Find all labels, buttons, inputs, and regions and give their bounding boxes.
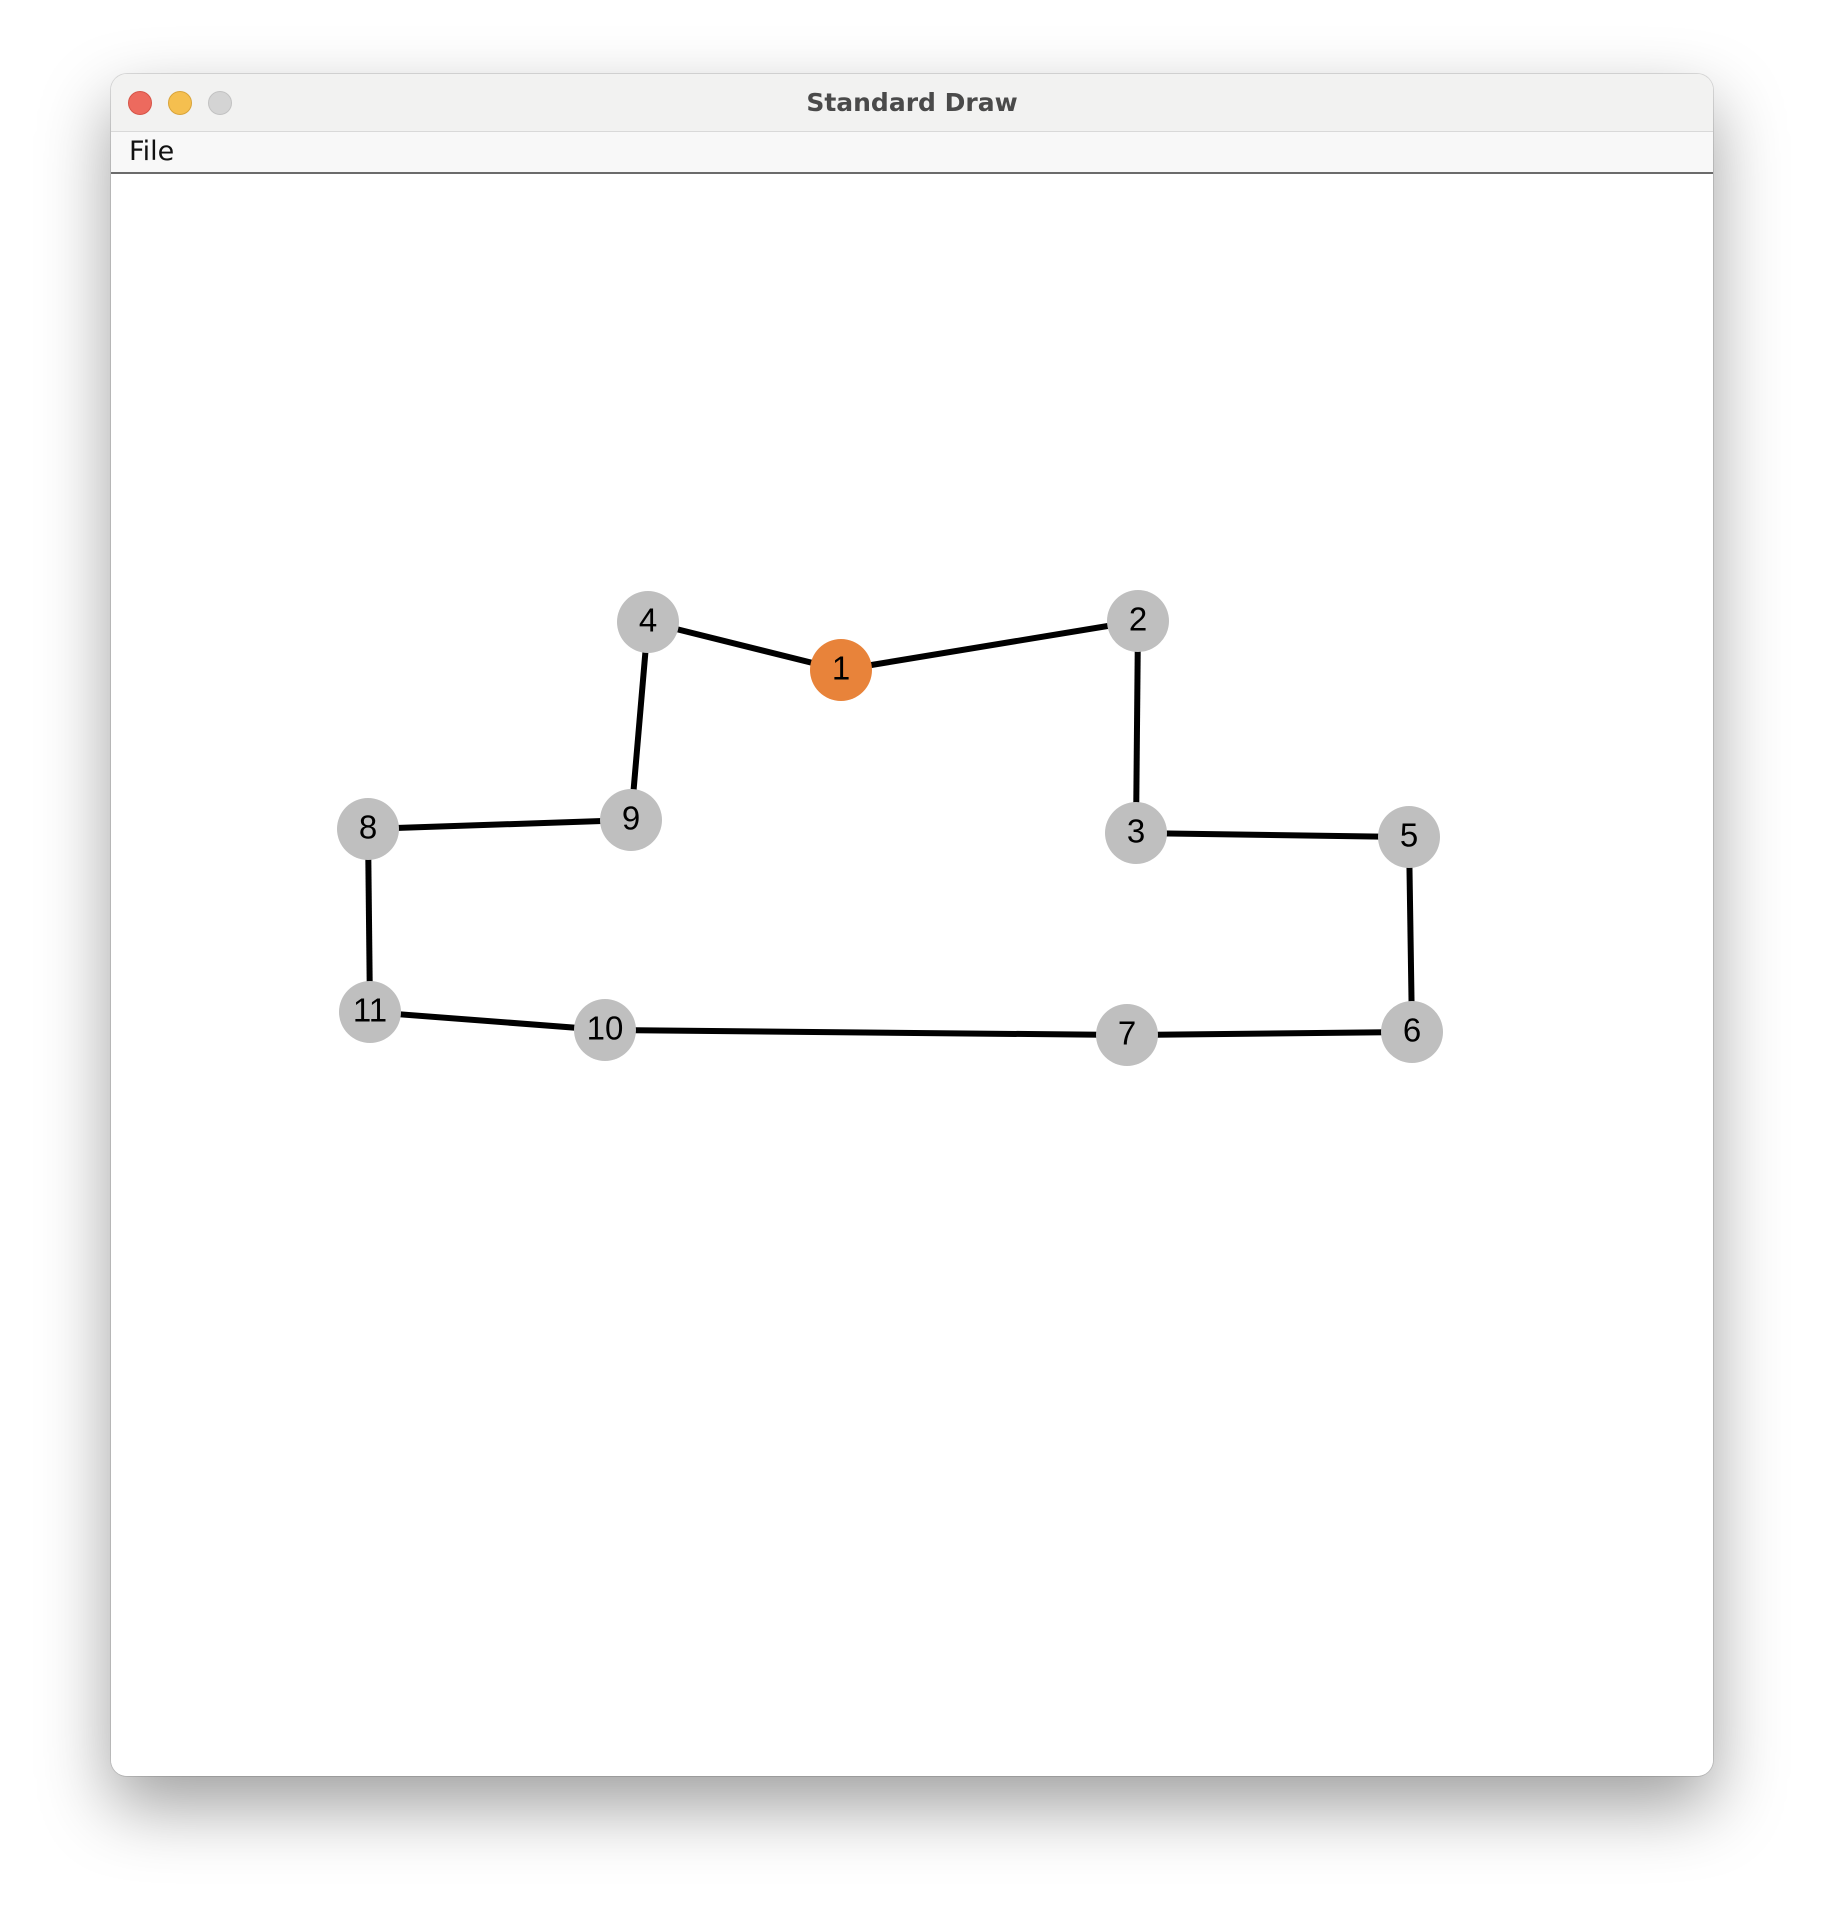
graph-node-2: 2 (1107, 590, 1169, 652)
graph-node-4: 4 (617, 591, 679, 653)
app-window: Standard Draw File 1 2 3 4 5 6 7 8 9 10 11 (111, 74, 1713, 1776)
graph-node-label-9: 9 (622, 800, 640, 837)
window-title: Standard Draw (806, 88, 1018, 117)
graph-edge-7-10 (604, 1027, 1128, 1038)
graph-node-label-5: 5 (1400, 817, 1418, 854)
graph-node-8: 8 (337, 798, 399, 860)
graph-node-11: 11 (339, 981, 401, 1043)
graph-node-label-4: 4 (639, 602, 657, 639)
graph-node-label-8: 8 (359, 809, 377, 846)
graph-node-9: 9 (600, 789, 662, 851)
title-bar[interactable]: Standard Draw (111, 74, 1713, 132)
graph-edge-8-9 (367, 817, 632, 832)
graph-edge-6-7 (1126, 1029, 1413, 1038)
graph-edge-3-5 (1135, 830, 1410, 840)
graph-node-7: 7 (1096, 1004, 1158, 1066)
graph-node-label-3: 3 (1127, 813, 1145, 850)
graph-edge-1-2 (840, 618, 1139, 673)
graph-node-label-2: 2 (1129, 601, 1147, 638)
graph-drawing: 1 2 3 4 5 6 7 8 9 10 11 (337, 590, 1443, 1066)
graph-node-label-10: 10 (587, 1010, 624, 1047)
graph-node-3: 3 (1105, 802, 1167, 864)
graph-edge-2-3 (1133, 620, 1141, 834)
graph-node-label-1: 1 (832, 650, 850, 687)
graph-node-10: 10 (574, 999, 636, 1061)
menu-bar: File (111, 132, 1713, 174)
graph-node-label-11: 11 (353, 992, 387, 1029)
graph-node-1: 1 (810, 639, 872, 701)
graph-edge-10-11 (369, 1009, 606, 1033)
graph-node-6: 6 (1381, 1001, 1443, 1063)
graph-node-label-7: 7 (1118, 1015, 1136, 1052)
drawing-canvas[interactable]: 1 2 3 4 5 6 7 8 9 10 11 (111, 174, 1713, 1776)
graph-node-label-6: 6 (1403, 1012, 1421, 1049)
graph-node-5: 5 (1378, 806, 1440, 868)
menu-file[interactable]: File (129, 136, 174, 167)
